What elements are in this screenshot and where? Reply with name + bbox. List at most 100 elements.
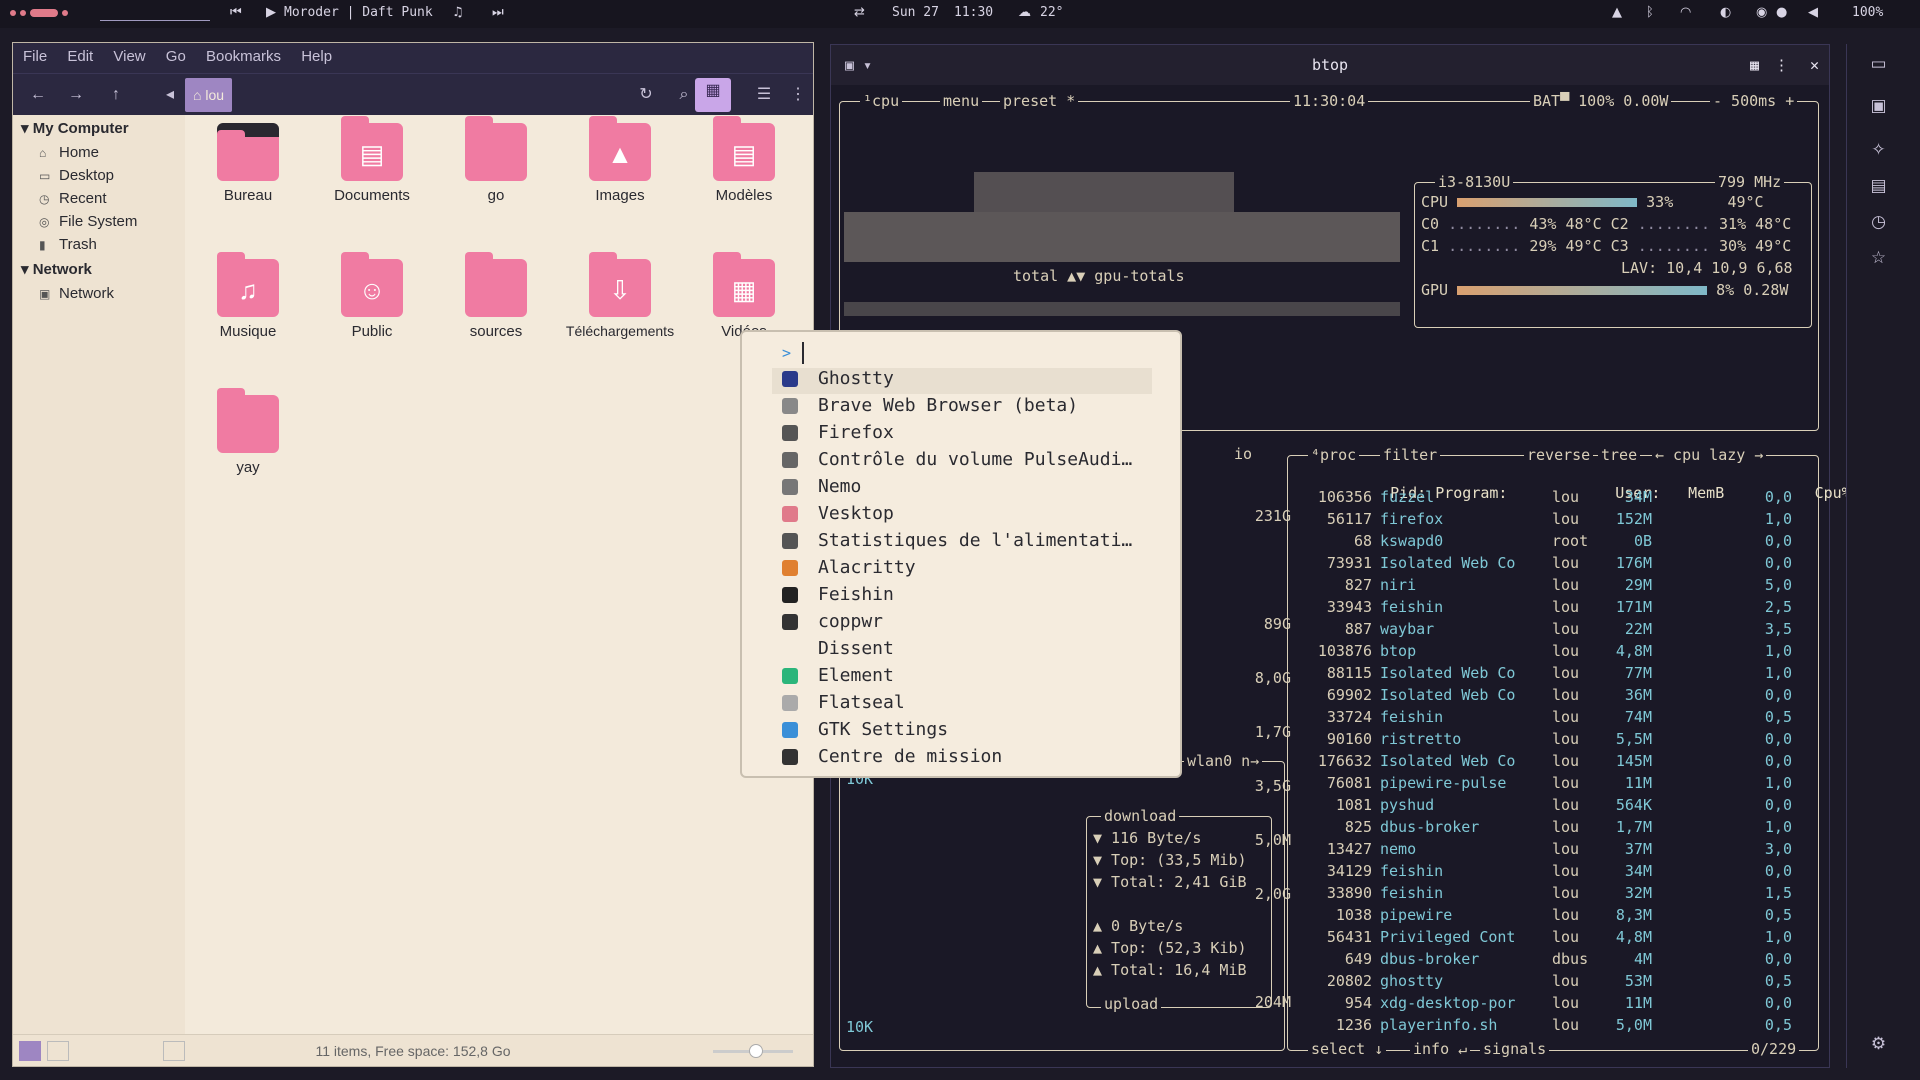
sidebar-header-network[interactable]: ▾ Network — [13, 256, 185, 282]
menu-file[interactable]: File — [23, 48, 47, 65]
sidebar-item-desktop[interactable]: ▭ Desktop — [13, 164, 185, 187]
sidebar-icon[interactable]: ▣ — [1847, 96, 1910, 116]
menu-view[interactable]: View — [113, 48, 145, 65]
star-icon[interactable]: ☆ — [1847, 248, 1910, 268]
workspace-indicator[interactable] — [10, 5, 72, 20]
proc-row[interactable]: 33890 feishin lou 32M 1,5 — [1302, 884, 1792, 902]
proc-row[interactable]: 1236 playerinfo.sh lou 5,0M 0,5 — [1302, 1016, 1792, 1034]
clock[interactable]: 11:30 — [954, 5, 993, 20]
proc-row[interactable]: 825 dbus-broker lou 1,7M 1,0 — [1302, 818, 1792, 836]
close-icon[interactable]: ✕ — [1810, 45, 1819, 85]
sidebar-item-home[interactable]: ⌂ Home — [13, 141, 185, 164]
launcher-item[interactable]: coppwr — [772, 611, 1152, 637]
proc-sort[interactable]: ← cpu lazy → — [1652, 446, 1767, 464]
proc-row[interactable]: 56117 firefox lou 152M 1,0 — [1302, 510, 1792, 528]
sidebar-header-computer[interactable]: ▾ My Computer — [13, 115, 185, 141]
path-crumb[interactable]: ⌂ lou — [185, 78, 233, 112]
launcher-item[interactable]: Centre de mission — [772, 746, 1152, 772]
proc-row[interactable]: 33724 feishin lou 74M 0,5 — [1302, 708, 1792, 726]
path-left-icon[interactable]: ◂ — [157, 82, 183, 108]
proc-row[interactable]: 954 xdg-desktop-por lou 11M 0,0 — [1302, 994, 1792, 1012]
zoom-slider[interactable] — [713, 1044, 793, 1058]
proc-row[interactable]: 76081 pipewire-pulse lou 11M 1,0 — [1302, 774, 1792, 792]
folder-sources[interactable]: sources — [441, 252, 551, 340]
proc-row[interactable]: 1081 pyshud lou 564K 0,0 — [1302, 796, 1792, 814]
reload-icon[interactable]: ↻ — [633, 82, 659, 108]
launcher-item[interactable]: Firefox — [772, 422, 1152, 448]
proc-row[interactable]: 1038 pipewire lou 8,3M 0,5 — [1302, 906, 1792, 924]
folder-bureau[interactable]: Bureau — [193, 123, 303, 204]
net-interface[interactable]: wlan0 n→ — [1184, 752, 1263, 770]
window-icon[interactable]: ▭ — [1847, 54, 1910, 74]
save-icon[interactable]: ▤ — [1847, 176, 1910, 196]
folder-videos[interactable]: ▦Vidéos — [689, 252, 799, 340]
now-playing[interactable]: Moroder | Daft Punk — [284, 5, 433, 20]
media-prev-button[interactable]: ⏮ — [230, 5, 242, 20]
sidebar-item-network[interactable]: ▣ Network — [13, 282, 185, 305]
speaker-icon[interactable]: ◀ — [1808, 5, 1818, 20]
proc-info[interactable]: info ↵ — [1410, 1040, 1471, 1058]
menu-tab[interactable]: menu — [940, 92, 983, 110]
proc-row[interactable]: 176632 Isolated Web Co lou 145M 0,0 — [1302, 752, 1792, 770]
proc-row[interactable]: 827 niri lou 29M 5,0 — [1302, 576, 1792, 594]
tree-toggle-icon[interactable] — [47, 1041, 69, 1061]
volume-level[interactable]: 100% — [1852, 5, 1883, 20]
media-play-button[interactable]: ▶ — [266, 5, 276, 20]
pin-icon[interactable]: ✧ — [1847, 140, 1910, 160]
launcher-prompt[interactable]: > — [782, 344, 791, 362]
menu-edit[interactable]: Edit — [67, 48, 93, 65]
settings-icon[interactable]: ⚙ — [1847, 1034, 1910, 1054]
proc-row[interactable]: 103876 btop lou 4,8M 1,0 — [1302, 642, 1792, 660]
tab-icon[interactable]: ▣ ▾ — [845, 45, 872, 85]
proc-row[interactable]: 106356 fuzzel lou 34M 0,0 — [1302, 488, 1792, 506]
proc-row[interactable]: 33943 feishin lou 171M 2,5 — [1302, 598, 1792, 616]
folder-yay[interactable]: yay — [193, 388, 303, 476]
launcher-item[interactable]: Brave Web Browser (beta) — [772, 395, 1152, 421]
proc-row[interactable]: 68 kswapd0 root 0B 0,0 — [1302, 532, 1792, 550]
launcher-item[interactable]: Dissent — [772, 638, 1152, 664]
folder-modeles[interactable]: ▤ Modèles — [689, 116, 799, 204]
proc-filter[interactable]: filter — [1380, 446, 1441, 464]
places-toggle-icon[interactable] — [19, 1041, 41, 1061]
history-icon[interactable]: ◷ — [1847, 212, 1910, 232]
list-view-icon[interactable]: ☰ — [751, 82, 777, 108]
proc-signals[interactable]: signals — [1480, 1040, 1550, 1058]
proc-row[interactable]: 90160 ristretto lou 5,5M 0,0 — [1302, 730, 1792, 748]
proc-row[interactable]: 69902 Isolated Web Co lou 36M 0,0 — [1302, 686, 1792, 704]
proc-tree[interactable]: tree — [1598, 446, 1641, 464]
proc-row[interactable]: 649 dbus-broker dbus 4M 0,0 — [1302, 950, 1792, 968]
launcher-item[interactable]: Ghostty — [772, 368, 1152, 394]
folder-go[interactable]: go — [441, 116, 551, 204]
compact-view-icon[interactable]: ⋮ — [785, 82, 811, 108]
proc-row[interactable]: 73931 Isolated Web Co lou 176M 0,0 — [1302, 554, 1792, 572]
folder-public[interactable]: ☺ Public — [317, 252, 427, 340]
proc-row[interactable]: 887 waybar lou 22M 3,5 — [1302, 620, 1792, 638]
proc-row[interactable]: 20802 ghostty lou 53M 0,5 — [1302, 972, 1792, 990]
io-tab[interactable]: io — [1231, 445, 1256, 463]
sidebar-item-recent[interactable]: ◷ Recent — [13, 187, 185, 210]
forward-icon[interactable]: → — [63, 82, 89, 108]
grid-icon[interactable]: ▦ — [1750, 45, 1759, 85]
cpu-tab[interactable]: ¹cpu — [860, 92, 903, 110]
launcher-item[interactable]: Flatseal — [772, 692, 1152, 718]
search-icon[interactable]: ⌕ — [671, 82, 697, 108]
menu-icon[interactable]: ⋮ — [1774, 45, 1789, 85]
proc-tab[interactable]: ⁴proc — [1308, 446, 1360, 464]
sidebar-item-trash[interactable]: ▮ Trash — [13, 233, 185, 256]
folder-documents[interactable]: ▤ Documents — [317, 116, 427, 204]
proc-reverse[interactable]: reverse — [1524, 446, 1594, 464]
up-icon[interactable]: ↑ — [103, 82, 129, 108]
back-icon[interactable]: ← — [25, 82, 51, 108]
folder-telechargements[interactable]: ⇩ Téléchargements — [565, 252, 675, 339]
proc-row[interactable]: 34129 feishin lou 34M 0,0 — [1302, 862, 1792, 880]
launcher-item[interactable]: GTK Settings — [772, 719, 1152, 745]
toggle-icon[interactable]: ◐ — [1720, 5, 1731, 20]
bluetooth-icon[interactable]: ᛒ — [1646, 5, 1654, 20]
sidebar-toggle-icon[interactable] — [163, 1041, 185, 1061]
preset-tab[interactable]: preset * — [1000, 92, 1079, 110]
proc-row[interactable]: 13427 nemo lou 37M 3,0 — [1302, 840, 1792, 858]
sidebar-item-filesystem[interactable]: ◎ File System — [13, 210, 185, 233]
proc-row[interactable]: 88115 Isolated Web Co lou 77M 1,0 — [1302, 664, 1792, 682]
launcher-item[interactable]: Feishin — [772, 584, 1152, 610]
menu-help[interactable]: Help — [301, 48, 332, 65]
